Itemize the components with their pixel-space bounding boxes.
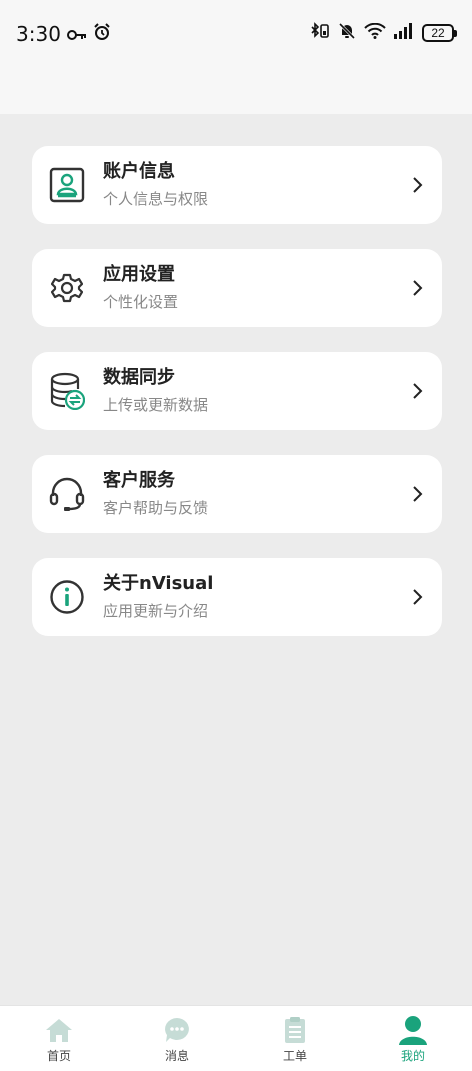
tab-work-orders[interactable]: 工单 xyxy=(236,1006,354,1071)
tab-label: 消息 xyxy=(164,1049,189,1063)
menu-item-about[interactable]: 关于nVisual 应用更新与介绍 xyxy=(32,558,442,636)
headset-icon xyxy=(49,476,85,512)
status-bar: 3:30 22 xyxy=(0,0,472,70)
menu-title: 账户信息 xyxy=(103,161,175,182)
menu-text: 应用设置 个性化设置 xyxy=(103,263,178,313)
menu-title: 应用设置 xyxy=(103,264,175,285)
menu-title: 客户服务 xyxy=(103,470,175,491)
menu-subtitle: 客户帮助与反馈 xyxy=(103,499,209,517)
home-icon xyxy=(44,1015,74,1045)
wifi-icon xyxy=(364,22,386,43)
menu-subtitle: 上传或更新数据 xyxy=(103,396,209,414)
database-sync-icon xyxy=(49,372,85,410)
chat-bubble-icon xyxy=(162,1015,192,1045)
chevron-right-icon xyxy=(413,177,423,193)
menu-text: 客户服务 客户帮助与反馈 xyxy=(103,469,208,519)
menu-item-customer-service[interactable]: 客户服务 客户帮助与反馈 xyxy=(32,455,442,533)
chevron-right-icon xyxy=(413,486,423,502)
chevron-right-icon xyxy=(413,589,423,605)
bottom-tab-bar: 首页 消息 工单 我的 xyxy=(0,1005,472,1071)
menu-item-account-info[interactable]: 账户信息 个人信息与权限 xyxy=(32,146,442,224)
mute-bell-icon xyxy=(338,22,356,44)
chevron-right-icon xyxy=(413,280,423,296)
tab-home[interactable]: 首页 xyxy=(0,1006,118,1071)
menu-text: 数据同步 上传或更新数据 xyxy=(103,366,208,416)
alarm-icon xyxy=(93,22,111,46)
status-right: 22 xyxy=(310,22,457,44)
menu-item-data-sync[interactable]: 数据同步 上传或更新数据 xyxy=(32,352,442,430)
tab-mine[interactable]: 我的 xyxy=(354,1006,472,1071)
menu-text: 账户信息 个人信息与权限 xyxy=(103,160,208,210)
battery-indicator: 22 xyxy=(422,24,457,42)
tab-label: 首页 xyxy=(46,1049,71,1063)
signal-icon xyxy=(394,23,414,43)
key-icon xyxy=(66,22,87,46)
menu-title: 关于nVisual xyxy=(103,573,214,594)
menu-subtitle: 应用更新与介绍 xyxy=(103,602,209,620)
bluetooth-battery-icon xyxy=(310,22,330,44)
settings-menu: 账户信息 个人信息与权限 应用设置 个性化设置 数据同步 上传或更新数据 客户服… xyxy=(32,146,442,661)
chevron-right-icon xyxy=(413,383,423,399)
menu-subtitle: 个性化设置 xyxy=(103,293,179,311)
clipboard-icon xyxy=(280,1015,310,1045)
user-icon xyxy=(398,1015,428,1045)
menu-title: 数据同步 xyxy=(103,367,175,388)
status-time: 3:30 xyxy=(16,22,61,46)
tab-label: 我的 xyxy=(400,1049,425,1063)
gear-icon xyxy=(49,270,85,306)
account-card-icon xyxy=(49,167,85,203)
menu-item-app-settings[interactable]: 应用设置 个性化设置 xyxy=(32,249,442,327)
tab-label: 工单 xyxy=(282,1049,307,1063)
tab-messages[interactable]: 消息 xyxy=(118,1006,236,1071)
status-left: 3:30 xyxy=(16,22,111,46)
header-area xyxy=(0,70,472,114)
menu-text: 关于nVisual 应用更新与介绍 xyxy=(103,572,213,622)
menu-subtitle: 个人信息与权限 xyxy=(103,190,209,208)
info-icon xyxy=(49,579,85,615)
